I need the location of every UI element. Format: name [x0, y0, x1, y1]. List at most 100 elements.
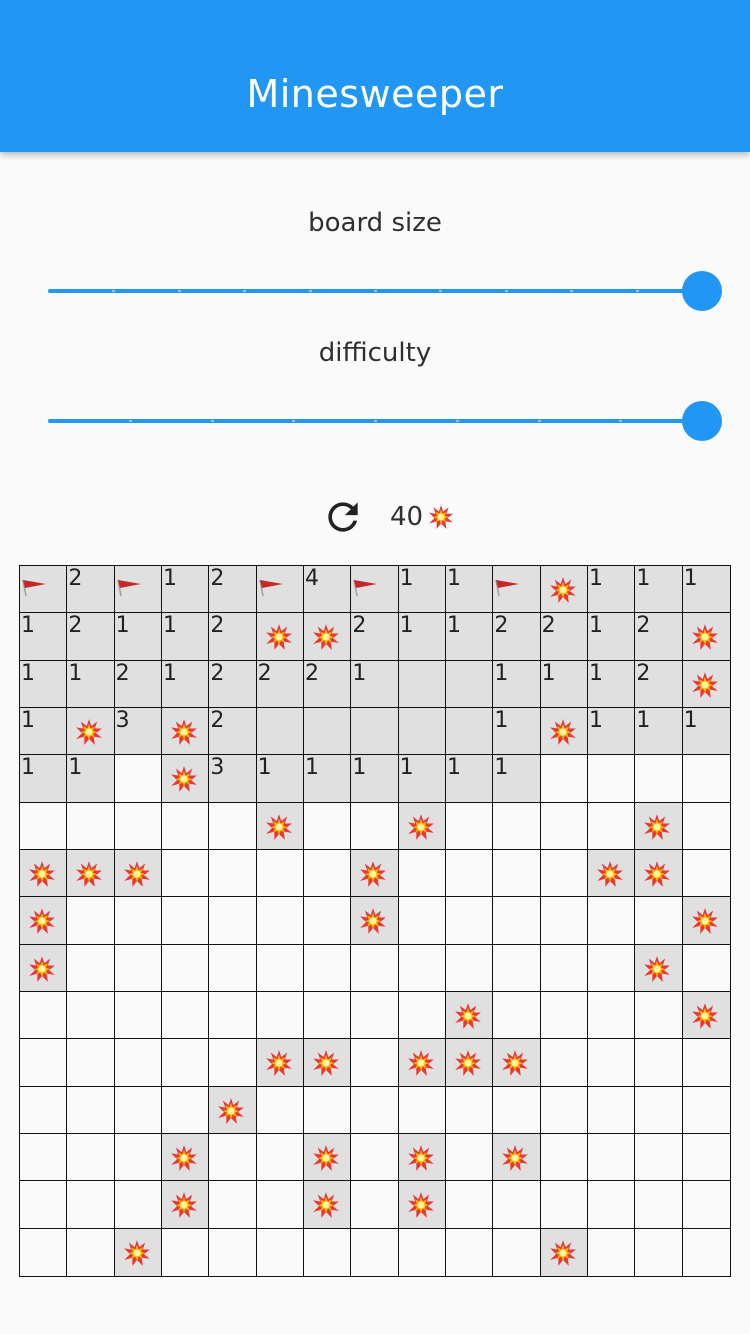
cell-hidden[interactable] — [209, 1181, 257, 1229]
cell-hidden[interactable] — [20, 991, 68, 1040]
cell-mine[interactable] — [493, 1133, 541, 1182]
cell-hidden[interactable] — [209, 802, 257, 850]
cell-hidden[interactable] — [540, 897, 588, 945]
cell-mine[interactable] — [256, 613, 304, 661]
cell-mine[interactable] — [303, 613, 352, 661]
cell-hidden[interactable] — [587, 1039, 636, 1087]
cell-hidden[interactable] — [20, 1228, 68, 1276]
cell-empty[interactable] — [398, 707, 446, 756]
cell-empty[interactable] — [256, 707, 304, 756]
cell-number[interactable]: 1 — [161, 660, 210, 708]
cell-hidden[interactable] — [303, 897, 352, 945]
cell-mine[interactable] — [351, 897, 399, 945]
cell-mine[interactable] — [256, 802, 304, 850]
cell-mine[interactable] — [398, 1133, 446, 1182]
cell-hidden[interactable] — [67, 991, 115, 1040]
cell-number[interactable]: 1 — [20, 660, 68, 708]
cell-hidden[interactable] — [398, 991, 446, 1040]
cell-hidden[interactable] — [303, 849, 352, 898]
cell-hidden[interactable] — [445, 1133, 494, 1182]
cell-hidden[interactable] — [587, 755, 636, 803]
cell-number[interactable]: 1 — [493, 755, 541, 803]
cell-number[interactable]: 1 — [256, 755, 304, 803]
cell-number[interactable]: 2 — [67, 566, 115, 614]
cell-hidden[interactable] — [161, 944, 210, 992]
cell-hidden[interactable] — [493, 1181, 541, 1229]
cell-number[interactable]: 2 — [209, 566, 257, 614]
cell-hidden[interactable] — [114, 1181, 162, 1229]
cell-number[interactable]: 2 — [209, 660, 257, 708]
cell-mine[interactable] — [114, 849, 162, 898]
cell-empty[interactable] — [351, 707, 399, 756]
cell-hidden[interactable] — [256, 1228, 304, 1276]
cell-mine[interactable] — [682, 991, 730, 1040]
cell-hidden[interactable] — [20, 1181, 68, 1229]
cell-hidden[interactable] — [303, 991, 352, 1040]
cell-hidden[interactable] — [67, 1039, 115, 1087]
cell-mine[interactable] — [445, 1039, 494, 1087]
cell-hidden[interactable] — [114, 897, 162, 945]
cell-hidden[interactable] — [682, 944, 730, 992]
cell-number[interactable]: 1 — [20, 755, 68, 803]
cell-mine[interactable] — [303, 1133, 352, 1182]
cell-mine[interactable] — [351, 849, 399, 898]
cell-hidden[interactable] — [682, 849, 730, 898]
cell-hidden[interactable] — [161, 849, 210, 898]
cell-number[interactable]: 1 — [635, 707, 683, 756]
cell-mine[interactable] — [635, 849, 683, 898]
cell-hidden[interactable] — [256, 1181, 304, 1229]
cell-hidden[interactable] — [493, 944, 541, 992]
cell-hidden[interactable] — [256, 944, 304, 992]
cell-mine[interactable] — [682, 660, 730, 708]
cell-flagged[interactable] — [20, 566, 68, 614]
cell-number[interactable]: 1 — [67, 755, 115, 803]
cell-hidden[interactable] — [398, 944, 446, 992]
cell-number[interactable]: 1 — [20, 707, 68, 756]
cell-mine[interactable] — [20, 944, 68, 992]
cell-number[interactable]: 2 — [351, 613, 399, 661]
cell-number[interactable]: 2 — [67, 613, 115, 661]
cell-number[interactable]: 2 — [114, 660, 162, 708]
cell-number[interactable]: 1 — [351, 755, 399, 803]
cell-hidden[interactable] — [161, 802, 210, 850]
cell-hidden[interactable] — [587, 897, 636, 945]
cell-hidden[interactable] — [161, 897, 210, 945]
cell-number[interactable]: 2 — [303, 660, 352, 708]
cell-hidden[interactable] — [445, 1181, 494, 1229]
cell-hidden[interactable] — [635, 1039, 683, 1087]
cell-number[interactable]: 1 — [20, 613, 68, 661]
cell-hidden[interactable] — [398, 849, 446, 898]
cell-number[interactable]: 2 — [209, 707, 257, 756]
cell-hidden[interactable] — [635, 755, 683, 803]
cell-hidden[interactable] — [682, 802, 730, 850]
cell-hidden[interactable] — [256, 1086, 304, 1134]
cell-number[interactable]: 1 — [587, 613, 636, 661]
cell-hidden[interactable] — [209, 897, 257, 945]
cell-mine[interactable] — [635, 944, 683, 992]
cell-mine[interactable] — [209, 1086, 257, 1134]
cell-hidden[interactable] — [303, 1086, 352, 1134]
cell-hidden[interactable] — [351, 1133, 399, 1182]
cell-hidden[interactable] — [67, 897, 115, 945]
cell-hidden[interactable] — [114, 755, 162, 803]
cell-mine[interactable] — [303, 1181, 352, 1229]
cell-hidden[interactable] — [67, 802, 115, 850]
difficulty-thumb[interactable] — [682, 401, 722, 441]
cell-hidden[interactable] — [493, 1086, 541, 1134]
cell-number[interactable]: 1 — [67, 660, 115, 708]
cell-hidden[interactable] — [161, 1039, 210, 1087]
cell-empty[interactable] — [445, 660, 494, 708]
cell-hidden[interactable] — [114, 1039, 162, 1087]
cell-mine[interactable] — [20, 849, 68, 898]
cell-hidden[interactable] — [161, 991, 210, 1040]
cell-flagged[interactable] — [114, 566, 162, 614]
cell-hidden[interactable] — [445, 897, 494, 945]
refresh-icon[interactable] — [321, 495, 365, 539]
cell-number[interactable]: 1 — [398, 755, 446, 803]
cell-mine[interactable] — [540, 707, 588, 756]
cell-number[interactable]: 4 — [303, 566, 352, 614]
cell-number[interactable]: 2 — [635, 660, 683, 708]
cell-number[interactable]: 2 — [209, 613, 257, 661]
cell-hidden[interactable] — [445, 802, 494, 850]
cell-hidden[interactable] — [20, 1133, 68, 1182]
